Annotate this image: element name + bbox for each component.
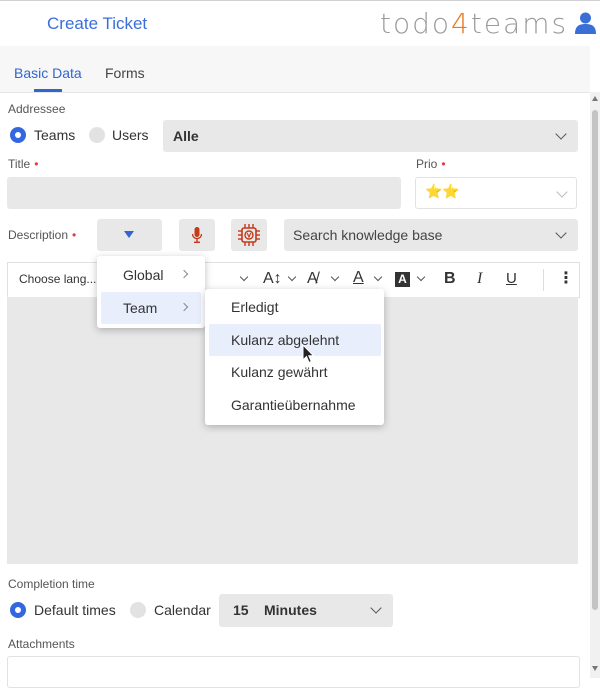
template-scope-menu: Global Team [97,256,205,328]
tab-bar: Basic Data Forms [0,46,590,93]
default-times-label[interactable]: Default times [34,602,116,618]
microphone-icon [192,227,202,243]
chevron-down-icon [556,186,568,198]
submenu-item-garantieuebernahme[interactable]: Garantieübernahme [231,397,356,413]
top-bar: Create Ticket todo4teams [0,0,600,47]
toolbar-divider [543,269,544,291]
prio-label: Prio • [416,157,446,171]
prio-stars: ⭐⭐ [425,184,460,200]
addressee-select-value: Alle [173,128,199,144]
default-times-radio[interactable] [10,602,26,618]
more-icon[interactable]: ⋮ [558,268,574,288]
menu-item-team-label[interactable]: Team [123,300,157,316]
tab-forms[interactable]: Forms [105,65,145,81]
user-icon[interactable] [575,12,596,34]
chevron-down-icon[interactable] [416,272,426,282]
font-color-icon[interactable]: A [353,269,364,287]
completion-amount: 15 [233,602,249,618]
caret-down-icon [124,231,134,238]
team-templates-submenu: Erledigt Kulanz abgelehnt Kulanz gewährt… [205,289,384,425]
chevron-down-icon[interactable] [239,272,249,282]
chevron-down-icon [555,128,567,140]
scroll-down-icon[interactable] [592,666,598,671]
submenu-item-erledigt[interactable]: Erledigt [231,299,278,315]
completion-time-label: Completion time [8,577,95,591]
submenu-item-kulanz-abgelehnt[interactable]: Kulanz abgelehnt [231,332,339,348]
mouse-cursor-icon [302,344,315,364]
scrollbar-thumb[interactable] [592,110,598,610]
addressee-select[interactable]: Alle [163,120,578,152]
attachments-dropzone[interactable] [7,656,580,688]
ai-assistant-button[interactable] [231,219,267,251]
calendar-label[interactable]: Calendar [154,602,211,618]
bold-icon[interactable]: B [444,270,456,288]
ai-chip-icon [238,224,260,246]
vertical-scrollbar[interactable] [590,92,600,678]
users-radio[interactable] [89,127,105,143]
template-dropdown-button[interactable] [97,219,162,251]
teams-radio-label[interactable]: Teams [34,127,75,143]
title-input[interactable] [7,177,401,209]
scroll-up-icon[interactable] [592,96,598,101]
calendar-radio[interactable] [130,602,146,618]
knowledge-base-placeholder: Search knowledge base [293,227,443,243]
chevron-down-icon [555,227,567,239]
teams-radio[interactable] [10,127,26,143]
addressee-label: Addressee [8,102,66,116]
microphone-button[interactable] [179,219,215,251]
tab-basic-data[interactable]: Basic Data [14,65,82,81]
underline-icon[interactable]: U [506,270,517,287]
italic-icon[interactable]: I [477,270,482,288]
title-label: Title • [8,157,39,171]
chevron-down-icon [370,602,382,614]
chevron-right-icon [179,269,189,279]
active-tab-indicator [34,89,62,92]
chevron-down-icon[interactable] [373,272,383,282]
app-logo: todo4teams [380,7,569,40]
menu-item-global[interactable]: Global [123,267,163,283]
page-title: Create Ticket [47,14,148,33]
description-label: Description • [8,228,77,242]
completion-unit: Minutes [264,602,317,618]
chevron-down-icon[interactable] [287,272,297,282]
choose-language-button[interactable]: Choose lang... [19,272,96,286]
font-size-icon[interactable]: A↕ [263,270,282,288]
attachments-label: Attachments [8,637,75,651]
prio-select[interactable]: ⭐⭐ [415,177,577,209]
chevron-down-icon[interactable] [330,272,340,282]
text-style-icon[interactable]: A̸ [307,270,318,288]
users-radio-label[interactable]: Users [112,127,149,143]
highlight-icon[interactable]: A [395,272,410,287]
knowledge-base-search[interactable]: Search knowledge base [284,219,578,251]
submenu-item-kulanz-gewaehrt[interactable]: Kulanz gewährt [231,364,328,380]
completion-time-select[interactable]: 15 Minutes [219,594,393,627]
